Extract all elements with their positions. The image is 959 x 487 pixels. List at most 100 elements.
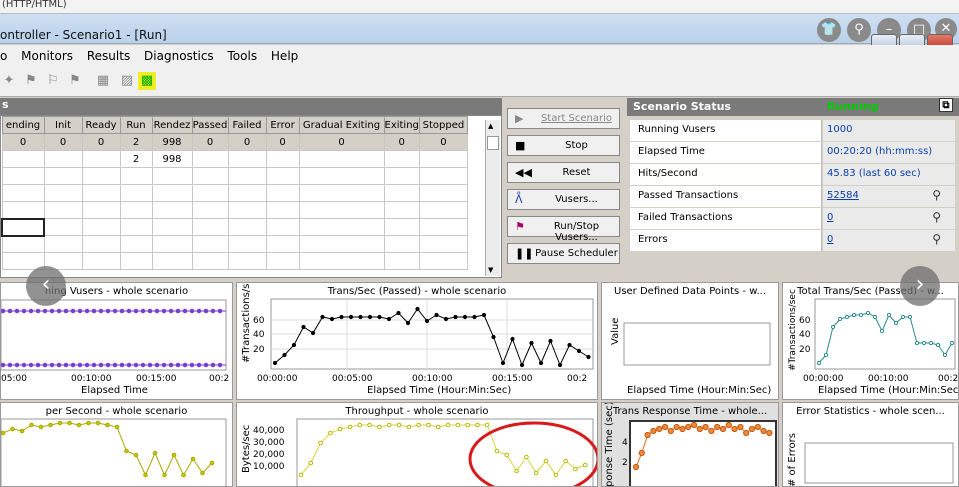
run-stop-vusers-button[interactable]: ⚑ Run/Stop Vusers... <box>507 216 620 243</box>
menu-item-help[interactable]: Help <box>271 49 298 63</box>
col-header-run[interactable]: Run <box>119 116 153 134</box>
table-cell: 0 <box>191 133 229 151</box>
magnifier-icon[interactable]: ⚲ <box>932 188 941 202</box>
menu-item-o[interactable]: o <box>0 49 7 63</box>
data-point <box>529 340 534 346</box>
vuser-groups-grid[interactable]: ending Init Ready Run Rendez Passed Fail… <box>0 115 502 278</box>
menu-item-diagnostics[interactable]: Diagnostics <box>144 49 214 63</box>
data-point <box>424 318 430 324</box>
graph-throughput[interactable]: Throughput - whole scenario Bytes/sec 40… <box>236 402 598 487</box>
status-running-badge: Running <box>827 100 879 113</box>
data-point <box>830 324 836 330</box>
data-point <box>182 362 188 368</box>
details-icon[interactable]: ▦ <box>94 72 112 90</box>
col-header-passed[interactable]: Passed <box>191 116 229 134</box>
data-point <box>112 308 118 314</box>
grid-vertical-scrollbar[interactable]: ▲ ▼ <box>485 120 500 276</box>
run-vuser-icon[interactable]: ⚑ <box>22 72 40 90</box>
analysis-icon[interactable]: ▩ <box>138 72 156 90</box>
data-point <box>140 308 146 314</box>
response-time-plot: ponse Time (sec) 4 2 <box>604 403 777 487</box>
data-point <box>119 308 125 314</box>
scroll-down-icon[interactable]: ▼ <box>488 266 493 274</box>
col-header-exiting[interactable]: Exiting <box>383 116 420 134</box>
data-point <box>154 362 160 368</box>
data-point <box>38 424 44 430</box>
data-point <box>21 308 27 314</box>
table-row[interactable] <box>1 235 468 253</box>
graph-error-statistics[interactable]: Error Statistics - whole scen... # of Er… <box>782 402 959 487</box>
toolbar: ✦ ⚑ ⚐ ⚑ ▦ ▨ ▩ <box>0 67 959 97</box>
table-row[interactable] <box>1 217 468 237</box>
scrollbar-thumb[interactable] <box>487 136 499 150</box>
reset-button[interactable]: ◀◀ Reset <box>507 162 620 183</box>
data-point <box>1 362 6 368</box>
data-point <box>140 362 146 368</box>
table-row[interactable] <box>1 252 468 270</box>
menu-item-results[interactable]: Results <box>87 49 130 63</box>
data-point <box>823 352 829 358</box>
menu-item-tools[interactable]: Tools <box>228 49 258 63</box>
data-point <box>455 422 461 428</box>
stop-button[interactable]: ■ Stop <box>507 135 620 156</box>
data-point <box>56 308 62 314</box>
pin-icon[interactable]: ⚲ <box>847 18 871 42</box>
data-point <box>49 362 55 368</box>
col-header-init[interactable]: Init <box>43 116 83 134</box>
data-point <box>632 463 640 471</box>
graph-trans-sec-passed[interactable]: Trans/Sec (Passed) - whole scenario #Tra… <box>236 282 598 400</box>
data-point <box>203 308 209 314</box>
table-row[interactable] <box>1 184 468 202</box>
error-statistics-plot: # of Errors <box>787 433 954 486</box>
col-header-error[interactable]: Error <box>265 116 300 134</box>
magnifier-icon[interactable]: ⚲ <box>932 210 941 224</box>
graph-trans-response-time[interactable]: Trans Response Time - whole... ponse Tim… <box>601 402 779 487</box>
svg-text:ponse Time (sec): ponse Time (sec) <box>604 403 615 487</box>
table-row[interactable] <box>1 167 468 185</box>
background-window-strip: (HTTP/HTML) <box>0 0 959 14</box>
scroll-up-icon[interactable]: ▲ <box>488 122 493 130</box>
data-point <box>708 427 715 435</box>
magnifier-icon[interactable]: ⚲ <box>932 232 941 246</box>
data-point <box>133 452 139 458</box>
shirt-icon[interactable]: 👕 <box>817 18 841 42</box>
svg-text:2: 2 <box>622 458 628 468</box>
col-header-rendezvous[interactable]: Rendez <box>151 116 193 134</box>
stop-vuser-icon[interactable]: ⚐ <box>44 72 62 90</box>
data-point <box>14 308 20 314</box>
svg-text:4: 4 <box>622 438 628 448</box>
pause-scheduler-button[interactable]: ❚❚ Pause Scheduler <box>507 243 620 264</box>
col-header-gradual-exiting[interactable]: Gradual Exiting <box>298 116 385 134</box>
col-header-stopped[interactable]: Stopped <box>418 116 468 134</box>
graph-user-defined-data-points[interactable]: User Defined Data Points - w... Value El… <box>601 282 779 400</box>
svg-text:00:05:00: 00:05:00 <box>332 374 373 384</box>
carousel-prev-button[interactable]: ‹ <box>26 266 66 306</box>
data-point <box>644 431 651 439</box>
reset-vuser-icon[interactable]: ⚑ <box>66 72 84 90</box>
graph-icon[interactable]: ▨ <box>118 72 136 90</box>
start-scenario-button[interactable]: ▶ Start Scenario <box>507 108 620 129</box>
data-point <box>533 470 539 476</box>
col-header-ending[interactable]: ending <box>1 116 45 134</box>
col-header-failed[interactable]: Failed <box>227 116 267 134</box>
table-row[interactable] <box>1 201 468 219</box>
col-header-ready[interactable]: Ready <box>81 116 121 134</box>
menu-item-monitors[interactable]: Monitors <box>21 49 73 63</box>
svg-text:Elapsed Time (Hour:Min:Sec): Elapsed Time (Hour:Min:Sec) <box>818 385 959 396</box>
table-cell <box>1 150 45 168</box>
data-point <box>14 362 20 368</box>
vusers-button[interactable]: ᐰ Vusers... <box>507 189 620 210</box>
detach-icon[interactable]: ⧉ <box>939 98 953 112</box>
selected-cell[interactable] <box>1 217 45 237</box>
carousel-next-button[interactable]: › <box>900 266 940 306</box>
groups-panel-header: s <box>0 98 502 115</box>
data-point <box>935 342 941 348</box>
data-point <box>196 308 202 314</box>
graph-hits-per-second[interactable]: per Second - whole scenario <box>0 402 233 487</box>
run-icon[interactable]: ✦ <box>0 72 18 90</box>
data-point <box>377 314 382 320</box>
data-point <box>301 324 306 330</box>
table-row[interactable]: 0 0 0 2 998 0 0 0 0 0 0 <box>1 133 468 151</box>
data-point <box>70 308 76 314</box>
table-row[interactable]: 2 998 <box>1 150 468 168</box>
